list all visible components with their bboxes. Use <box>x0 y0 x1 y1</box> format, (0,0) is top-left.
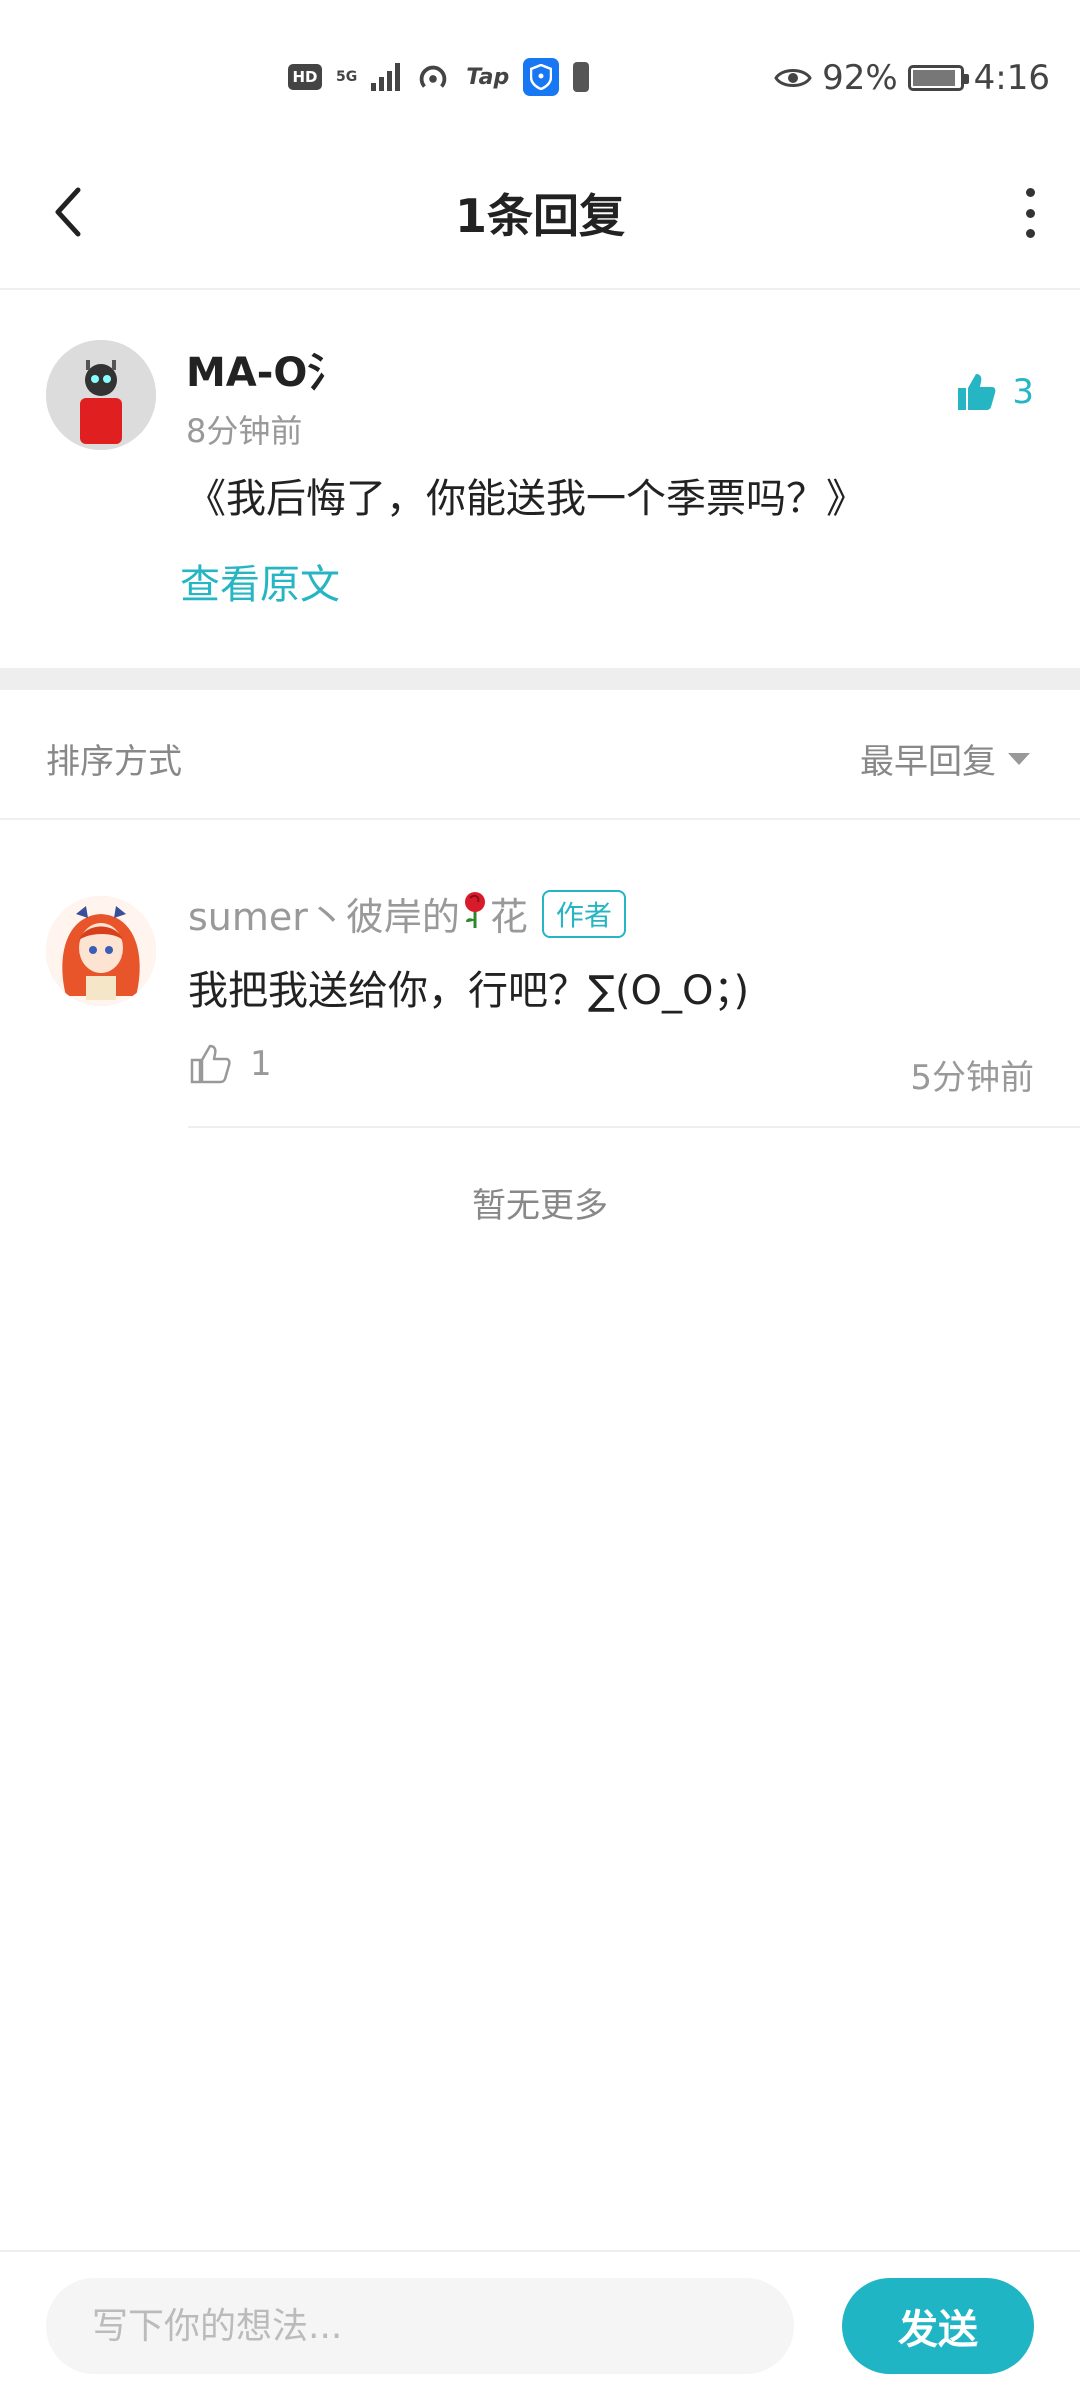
comment-time: 8分钟前 <box>186 412 303 450</box>
top-nav-bar: 1条回复 <box>0 140 1080 290</box>
comment-like-count: 3 <box>1012 372 1034 412</box>
caret-down-icon <box>1008 752 1030 765</box>
no-more-label: 暂无更多 <box>472 1186 608 1226</box>
comment-username[interactable]: MA-O氵 <box>186 340 347 398</box>
send-button[interactable]: 发送 <box>842 2278 1034 2374</box>
eye-icon <box>774 69 812 87</box>
reply-divider <box>188 1126 1080 1128</box>
status-icons-right: 92% 4:16 <box>774 58 1050 98</box>
avatar[interactable] <box>46 340 156 450</box>
shield-icon <box>523 58 560 96</box>
tap-icon: Tap <box>466 64 510 90</box>
hd-icon: HD <box>288 64 322 90</box>
network-type-label: 5G <box>336 69 358 85</box>
reply-avatar[interactable] <box>46 896 156 1006</box>
reply-like-button[interactable]: 1 <box>188 1042 272 1086</box>
view-original-link[interactable]: 查看原文 <box>180 552 340 610</box>
reply-username: sumer丶彼岸的花 <box>188 886 528 941</box>
clock: 4:16 <box>973 58 1050 98</box>
composer-bar: 发送 <box>0 2250 1080 2400</box>
status-bar: HD 5G Tap 92% 4:16 <box>0 0 1080 140</box>
sort-bar: 排序方式 最早回复 <box>0 690 1080 820</box>
thumbs-up-icon <box>190 1044 231 1084</box>
comment-content: 《我后悔了，你能送我一个季票吗？》 <box>186 476 866 522</box>
reply-time: 5分钟前 <box>910 1058 1034 1098</box>
sort-value: 最早回复 <box>860 742 996 782</box>
comment-input[interactable] <box>46 2278 794 2374</box>
sort-label: 排序方式 <box>46 742 182 782</box>
signal-icon <box>371 63 401 91</box>
reply-content: 我把我送给你，行吧？∑(O_O；) <box>188 968 750 1014</box>
device-icon <box>573 62 590 92</box>
sort-dropdown[interactable]: 最早回复 <box>860 734 1030 783</box>
page-title: 1条回复 <box>454 189 625 243</box>
hotspot-icon <box>419 65 447 88</box>
battery-percent: 92% <box>822 58 898 98</box>
battery-icon <box>907 65 969 91</box>
section-divider <box>0 668 1080 690</box>
reply-like-count: 1 <box>250 1044 272 1084</box>
more-vertical-icon[interactable] <box>1020 188 1040 238</box>
author-badge: 作者 <box>541 889 626 938</box>
thumbs-up-icon <box>958 374 996 410</box>
rose-icon <box>464 892 485 928</box>
comment-like-button[interactable]: 3 <box>954 370 1034 414</box>
reply-username-row[interactable]: sumer丶彼岸的花 作者 <box>188 886 626 941</box>
status-icons-left: HD 5G Tap <box>288 58 590 96</box>
